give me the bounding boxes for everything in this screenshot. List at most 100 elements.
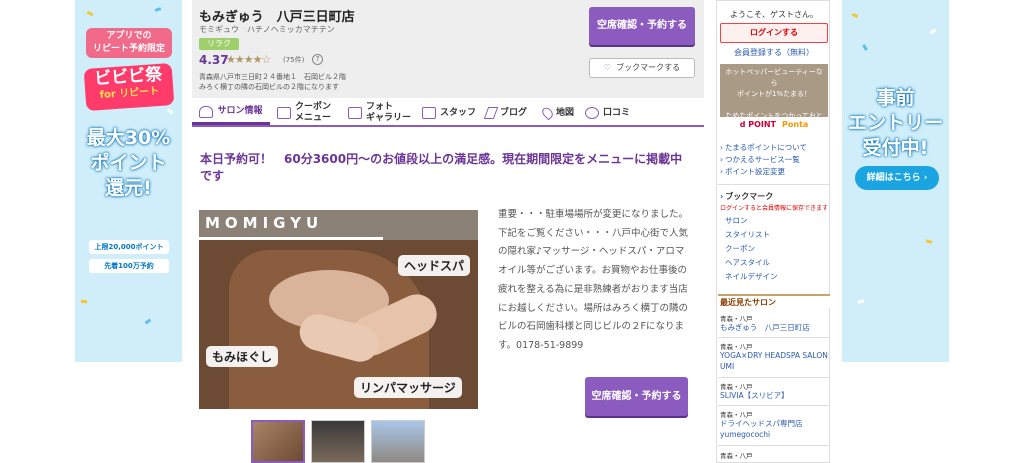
bookmark-label: ブックマークする [616,63,681,72]
staff-icon [422,107,436,119]
tab-label: フォト ギャラリー [366,102,412,123]
catch-copy: 本日予約可！ 60分3600円〜のお値段以上の満足感。現在期間限定をメニューに掲… [200,152,683,183]
confetti [862,44,868,51]
pen-icon [483,107,499,119]
map-pin-icon [540,105,555,121]
promo-headline: 最大30% ポイント 還元! [75,126,182,201]
address-note: みろく横丁の隣の石岡ビルの２階になります [199,83,339,91]
promo-limit: 先着100万予約 [89,259,169,273]
bibibi-logo: ビビビ祭 for リピート [83,62,175,112]
bookmark-salon[interactable]: サロン [725,215,748,226]
divider [718,377,830,378]
photo-label-lymph: リンパマッサージ [354,377,462,398]
promo-cap: 上限20,000ポイント [89,240,169,254]
tab-label: 口コミ [603,107,631,118]
confetti [166,108,174,115]
confetti [80,299,88,304]
divider [718,184,830,185]
bookmark-hairstyle[interactable]: ヘアスタイル [725,257,770,268]
bookmark-note: ログインすると会員情報に保存できます [720,205,829,212]
recent-salons-title: 最近見たサロン [718,294,830,308]
tab-map[interactable]: 地図 [540,101,583,125]
tab-label: クーポン メニュー [295,102,332,123]
photo-icon [348,107,362,119]
home-icon [199,105,214,118]
salon-main-photo[interactable]: MOMIGYU ヘッドスパ もみほぐし リンパマッサージ [199,210,478,409]
salon-header: もみぎゅう 八戸三日町店 モミギュウ ハチノヘミッカマチテン リラク 4.37 … [192,0,704,98]
tab-photo-gallery[interactable]: フォト ギャラリー [348,101,416,125]
tab-label: スタッフ [440,107,477,118]
login-button[interactable]: ログインする [720,23,828,43]
photo-thumbnail[interactable] [371,420,425,463]
bookmark-stylist[interactable]: スタイリスト [725,229,770,240]
tab-label: 地図 [556,107,575,118]
points-logos: d POINT Ponta [720,120,828,134]
details-button[interactable]: 詳細はこちら › [855,166,939,190]
points-services-link[interactable]: つかえるサービス一覧 [720,154,800,165]
tab-reviews[interactable]: 口コミ [585,101,640,125]
headline-line-1: 事前 [876,87,915,109]
salon-tabs: サロン情報 クーポン メニュー フォト ギャラリー スタッフ ブログ 地図 口コ… [192,101,704,127]
points-about-link[interactable]: たまるポイントについて [720,142,807,153]
photo-label-headspa: ヘッドスパ [398,255,471,276]
welcome-text: ようこそ、ゲストさん。 [730,10,818,19]
tab-coupon-menu[interactable]: クーポン メニュー [277,101,342,125]
reserve-button-main[interactable]: 空席確認・予約する [585,377,688,416]
photo-underline [199,237,383,240]
speech-bubble-icon [585,107,599,119]
points-info: ホットペッパービューティーなら ポイントが1%たまる！ ためたポイントをつかって… [720,64,828,131]
bookmark-coupon[interactable]: クーポン [725,243,755,254]
divider [718,445,830,446]
entry-headline: 事前 エントリー 受付中! [842,86,949,161]
tab-label: サロン情報 [217,106,263,116]
promo-banner-left[interactable]: アプリでの リピート予約限定 ビビビ祭 for リピート 最大30% ポイント … [75,0,182,362]
recent-salon-link[interactable]: ドライヘッドスパ専門店 yumegocochi [720,418,828,440]
tab-salon-info[interactable]: サロン情報 [192,101,270,125]
tab-staff[interactable]: スタッフ [422,101,482,125]
salon-name[interactable]: もみぎゅう 八戸三日町店 [199,6,355,25]
divider [718,337,830,338]
reserve-button-top[interactable]: 空席確認・予約する [589,7,695,45]
sidebar: ようこそ、ゲストさん。 ログインする 会員登録する（無料） ホットペッパービュー… [716,0,830,463]
coupon-icon [277,107,291,119]
headline-line-3: 受付中! [862,137,929,159]
bookmark-nail[interactable]: ネイルデザイン [725,271,778,282]
headline-line-2: ポイント [90,152,167,174]
confetti [857,299,865,304]
salon-description: 重要・・・駐車場場所が変更になりました。下記をご覧ください・・・八戸中心街で人気… [498,209,689,351]
category-badge: リラク [199,38,239,50]
dpoint-logo: d POINT [739,120,777,129]
confetti [851,12,859,19]
recent-area: 青森・八戸 [720,452,753,460]
salon-kana: モミギュウ ハチノヘミッカマチテン [199,25,335,34]
confetti [144,318,152,325]
rating-stars: ★★★★☆ [226,53,271,66]
photo-label-momihogushi: もみほぐし [206,346,279,367]
photo-thumbnail[interactable] [311,420,365,463]
headline-line-2: エントリー [847,112,943,134]
confetti [929,28,937,35]
recent-salon-link[interactable]: SLIVIA【スリビア】 [720,390,789,401]
confetti [925,239,933,244]
bookmark-button[interactable]: ♡ ブックマークする [589,58,695,78]
heart-icon: ♡ [603,63,612,72]
review-count[interactable]: (75件) [283,55,304,65]
points-settings-link[interactable]: ポイント設定変更 [720,166,785,177]
recent-salon-link[interactable]: もみぎゅう 八戸三日町店 [720,322,810,333]
tab-blog[interactable]: ブログ [483,101,536,125]
headline-line-1: 最大30% [86,127,171,149]
confetti [154,7,162,12]
recent-salon-link[interactable]: YOGA×DRY HEADSPA SALON UMI [720,350,828,372]
address-line: 青森県八戸市三日町２４番地１ 石岡ビル２階 [199,73,346,81]
divider [718,405,830,406]
headline-line-3: 還元! [105,177,152,199]
tab-label: ブログ [500,107,528,118]
register-link[interactable]: 会員登録する（無料） [717,47,831,58]
photo-brand: MOMIGYU [205,214,324,232]
help-icon[interactable]: ? [312,54,323,65]
confetti [86,10,94,17]
rating-score: 4.37 [199,53,229,67]
photo-thumbnail[interactable] [251,420,305,463]
promo-banner-right[interactable]: 事前 エントリー 受付中! 詳細はこちら › [842,0,949,362]
promo-pill: アプリでの リピート予約限定 [86,28,172,58]
